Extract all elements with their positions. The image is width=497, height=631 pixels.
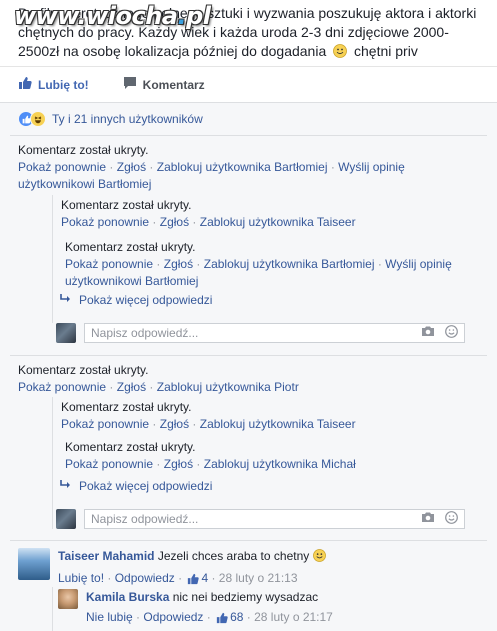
comment: Taiseer Mahamid Jezeli chces araba to ch…: [18, 548, 326, 586]
comment-author[interactable]: Taiseer Mahamid: [58, 549, 154, 563]
reply-link[interactable]: Odpowiedz: [115, 571, 175, 585]
reply-placeholder: Napisz odpowiedź...: [91, 326, 199, 340]
report-link[interactable]: Zgłoś: [117, 380, 146, 394]
reply-placeholder: Napisz odpowiedź...: [91, 512, 199, 526]
thumbs-up-icon: [187, 573, 200, 585]
hidden-comment-notice: Komentarz został ukryty.: [61, 400, 192, 414]
avatar[interactable]: [18, 548, 50, 580]
reply-input[interactable]: Napisz odpowiedź...: [84, 323, 465, 343]
hidden-comment-notice: Komentarz został ukryty.: [65, 240, 196, 254]
thread-line: [52, 587, 53, 631]
unlike-comment-link[interactable]: Nie lubię: [86, 610, 133, 624]
reactions-summary[interactable]: Ty i 21 innych użytkowników: [18, 111, 203, 127]
comment-button[interactable]: Komentarz: [123, 76, 205, 93]
hidden-reply: Komentarz został ukryty. Pokaż ponownie …: [65, 239, 475, 290]
hidden-reply: Komentarz został ukryty. Pokaż ponownie …: [65, 439, 465, 473]
comment-text: Jezeli chces araba to chetny: [157, 549, 310, 563]
reply-comment: Kamila Burska nic nei bedziemy wysadzac …: [58, 589, 333, 625]
comment-timestamp[interactable]: 28 luty o 21:13: [219, 571, 298, 585]
show-again-link[interactable]: Pokaż ponownie: [61, 215, 149, 229]
thread-line: [52, 397, 53, 529]
post-body-end: chętni priv: [354, 43, 418, 59]
comments-section: Ty i 21 innych użytkowników Komentarz zo…: [0, 102, 497, 631]
avatar[interactable]: [58, 589, 78, 609]
like-comment-link[interactable]: Lubię to!: [58, 571, 104, 585]
thumbs-up-icon: [216, 612, 228, 624]
reply-composer: Napisz odpowiedź...: [56, 509, 465, 529]
divider: [10, 135, 487, 136]
report-link[interactable]: Zgłoś: [160, 417, 189, 431]
hidden-comment-notice: Komentarz został ukryty.: [65, 440, 196, 454]
show-more-replies-label: Pokaż więcej odpowiedzi: [79, 293, 213, 307]
report-link[interactable]: Zgłoś: [164, 457, 193, 471]
reply-composer: Napisz odpowiedź...: [56, 323, 465, 343]
block-user-link[interactable]: Zablokuj użytkownika Taiseer: [200, 215, 356, 229]
block-user-link[interactable]: Zablokuj użytkownika Taiseer: [200, 417, 356, 431]
comment-text: nic nei bedziemy wysadzac: [172, 590, 319, 604]
hidden-comment-notice: Komentarz został ukryty.: [61, 198, 192, 212]
reply-input[interactable]: Napisz odpowiedź...: [84, 509, 465, 529]
show-more-replies-link[interactable]: Pokaż więcej odpowiedzi: [60, 293, 212, 307]
camera-icon[interactable]: [421, 326, 435, 340]
post-actions-bar: Lubię to! Komentarz: [0, 66, 497, 102]
divider: [10, 355, 487, 356]
comment-author[interactable]: Kamila Burska: [86, 590, 169, 604]
divider: [10, 540, 487, 541]
thumbs-up-icon: [18, 76, 38, 93]
comment-button-label: Komentarz: [142, 77, 205, 92]
hidden-reply: Komentarz został ukryty. Pokaż ponownie …: [61, 197, 461, 231]
hidden-comment-notice: Komentarz został ukryty.: [18, 363, 149, 377]
show-again-link[interactable]: Pokaż ponownie: [18, 380, 106, 394]
show-more-replies-label: Pokaż więcej odpowiedzi: [79, 479, 213, 493]
reply-arrow-icon: [60, 293, 79, 307]
block-user-link[interactable]: Zablokuj użytkownika Piotr: [157, 380, 299, 394]
emoji-icon[interactable]: [445, 325, 458, 341]
hidden-comment: Komentarz został ukryty. Pokaż ponownie …: [18, 362, 458, 396]
show-again-link[interactable]: Pokaż ponownie: [18, 160, 106, 174]
like-button[interactable]: Lubię to!: [18, 76, 89, 93]
thread-line: [52, 195, 53, 323]
show-again-link[interactable]: Pokaż ponownie: [61, 417, 149, 431]
block-user-link[interactable]: Zablokuj użytkownika Bartłomiej: [157, 160, 328, 174]
hidden-comment: Komentarz został ukryty. Pokaż ponownie …: [18, 142, 458, 193]
camera-icon[interactable]: [421, 512, 435, 526]
comment-timestamp[interactable]: 28 luty o 21:17: [254, 610, 333, 624]
reply-link[interactable]: Odpowiedz: [143, 610, 203, 624]
show-more-replies-link[interactable]: Pokaż więcej odpowiedzi: [60, 479, 212, 493]
report-link[interactable]: Zgłoś: [117, 160, 146, 174]
block-user-link[interactable]: Zablokuj użytkownika Michał: [204, 457, 356, 471]
haha-reaction-icon: [30, 111, 46, 127]
comment-like-count[interactable]: 68: [230, 610, 243, 624]
show-again-link[interactable]: Pokaż ponownie: [65, 257, 153, 271]
comment-icon: [123, 76, 143, 93]
reply-arrow-icon: [60, 479, 79, 493]
hidden-comment-notice: Komentarz został ukryty.: [18, 143, 149, 157]
avatar: [56, 509, 76, 529]
report-link[interactable]: Zgłoś: [160, 215, 189, 229]
block-user-link[interactable]: Zablokuj użytkownika Bartłomiej: [204, 257, 375, 271]
avatar: [56, 323, 76, 343]
smile-emoji-icon: [312, 549, 326, 566]
reactions-text: Ty i 21 innych użytkowników: [52, 112, 203, 126]
show-again-link[interactable]: Pokaż ponownie: [65, 457, 153, 471]
like-button-label: Lubię to!: [38, 77, 89, 92]
report-link[interactable]: Zgłoś: [164, 257, 193, 271]
smile-emoji-icon: [333, 44, 348, 63]
watermark-logo: www.wiocha.pl: [14, 2, 211, 30]
emoji-icon[interactable]: [445, 511, 458, 527]
hidden-reply: Komentarz został ukryty. Pokaż ponownie …: [61, 399, 461, 433]
